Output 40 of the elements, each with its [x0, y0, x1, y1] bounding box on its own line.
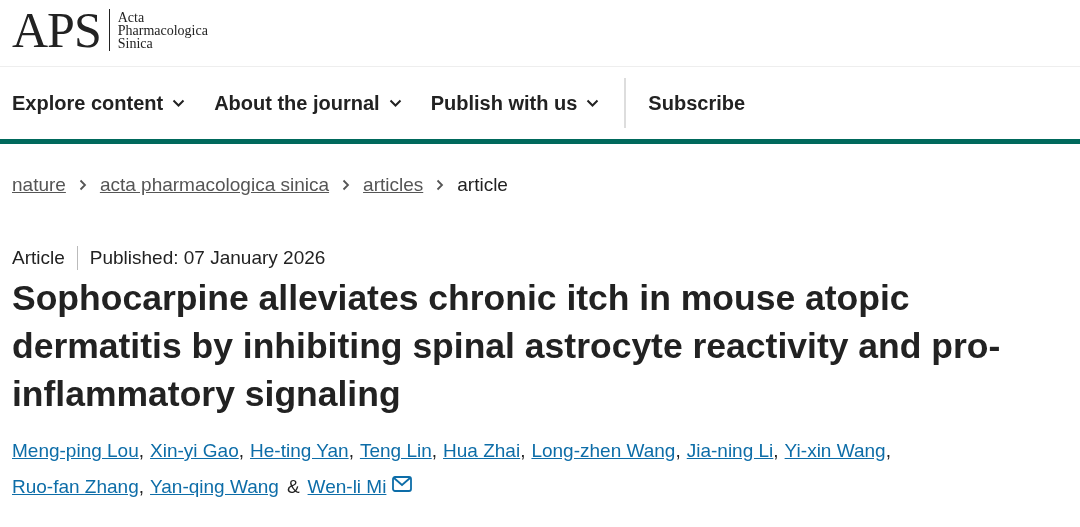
publish-date: Published: 07 January 2026 — [89, 247, 326, 269]
author-link[interactable]: He-ting Yan — [250, 440, 349, 462]
author-separator: , — [138, 440, 145, 462]
breadcrumb-current: article — [457, 174, 508, 196]
author-separator: , — [520, 440, 526, 462]
author-link[interactable]: Jia-ning Li — [686, 440, 774, 462]
journal-logo[interactable]: APS Acta Pharmacologica Sinica — [0, 0, 1080, 52]
author-link[interactable]: Hua Zhai — [443, 440, 521, 462]
nav-menu-button[interactable]: Publish with us — [430, 91, 600, 115]
author-separator: & — [286, 476, 300, 498]
article-type: Article — [12, 247, 65, 269]
author-link[interactable]: Teng Lin — [359, 440, 432, 462]
breadcrumb-link[interactable]: articles — [363, 174, 424, 196]
breadcrumb-link[interactable]: acta pharmacologica sinica — [99, 174, 330, 196]
subscribe-link[interactable]: Subscribe — [648, 91, 746, 115]
chevron-down-icon — [586, 98, 600, 108]
author-separator: , — [138, 476, 145, 498]
chevron-right-icon — [436, 179, 445, 191]
chevron-right-icon — [342, 179, 351, 191]
article-title: Sophocarpine alleviates chronic itch in mouse atopic dermatitis by inhibiting spinal astrocyte reactivity and pro-inflammatory signaling — [12, 277, 1002, 416]
author-separator: , — [675, 440, 681, 462]
breadcrumb-link[interactable]: nature — [12, 174, 66, 196]
author-link[interactable]: Yi-xin Wang — [784, 440, 886, 462]
author-link[interactable]: Ruo-fan Zhang — [12, 476, 139, 498]
author-separator: , — [773, 440, 779, 462]
nav-menu-button[interactable]: About the journal — [214, 91, 402, 115]
author-separator: , — [885, 440, 891, 462]
author-link[interactable]: Long-zhen Wang — [531, 440, 676, 462]
email-icon[interactable] — [392, 476, 413, 492]
author-link[interactable]: Yan-qing Wang — [150, 476, 279, 498]
author-link[interactable]: Meng-ping Lou — [12, 440, 139, 462]
author-separator: , — [431, 440, 438, 462]
chevron-down-icon — [388, 98, 402, 108]
author-link[interactable]: Xin-yi Gao — [150, 440, 239, 462]
nav-menu-button[interactable]: Explore content — [12, 91, 186, 115]
author-link[interactable]: Wen-li Mi — [307, 476, 387, 498]
chevron-down-icon — [172, 98, 186, 108]
chevron-right-icon — [78, 179, 87, 191]
author-separator: , — [238, 440, 245, 462]
author-separator: , — [348, 440, 354, 462]
